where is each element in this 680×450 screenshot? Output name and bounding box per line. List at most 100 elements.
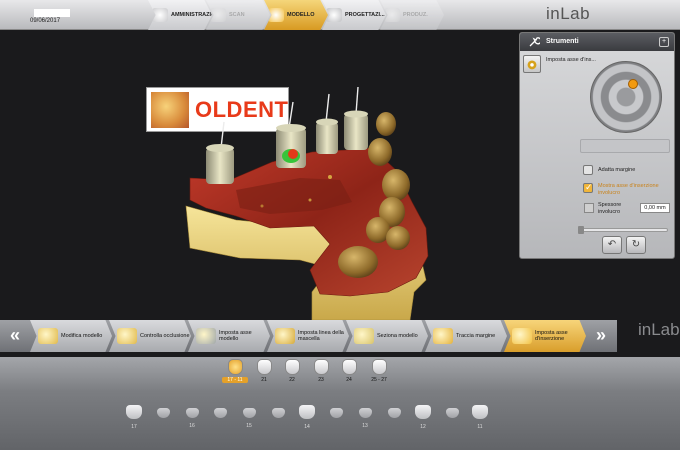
workflow-phase-3[interactable]: PROGETTAZI...	[322, 0, 386, 30]
workflow-phase-2[interactable]: MODELLO	[264, 0, 328, 30]
workflow-phase-1[interactable]: SCAN	[206, 0, 270, 30]
bridge-link-icon	[329, 408, 343, 418]
arch-position[interactable]: 11	[468, 405, 492, 430]
arch-position[interactable]: 17	[122, 405, 146, 430]
tooth-tab-label: 21	[261, 377, 267, 383]
tooth-25	[382, 169, 410, 201]
step-0[interactable]: Modifica modello	[30, 320, 112, 352]
arch-position[interactable]: 16	[180, 405, 204, 429]
occlusion-icon	[117, 328, 137, 344]
tooth-tab[interactable]: 24	[336, 357, 362, 383]
arch-tooth-number: 17	[131, 424, 137, 430]
dental-model-3d[interactable]	[0, 30, 520, 320]
redo-button[interactable]: ↻	[626, 236, 646, 254]
arch-position[interactable]	[266, 405, 290, 429]
workflow-phases: AMMINISTRAZIONE SCAN MODELLO PROGETTAZI... P…	[148, 0, 468, 30]
arch-tooth-number	[208, 423, 232, 429]
thickness-icon	[584, 203, 594, 213]
tooth-tab-label: 24	[346, 377, 352, 383]
date-label: 09/06/2017	[30, 18, 61, 24]
tooth-icon	[256, 359, 272, 375]
tooth-tab-label: 22	[289, 377, 295, 383]
show-insertion-axis-checkbox[interactable]	[583, 182, 593, 193]
bridge-link-icon	[213, 408, 227, 418]
bridge-link-icon	[156, 408, 170, 418]
arch-position[interactable]	[382, 405, 406, 429]
patient-record-icon	[152, 8, 168, 22]
step-3[interactable]: Imposta linea della mascella	[267, 320, 349, 352]
arch-position[interactable]: 15	[237, 405, 261, 429]
tooth-tab[interactable]: 21	[251, 357, 277, 383]
tooth-tab[interactable]: 22	[279, 357, 305, 383]
arch-tooth-number	[266, 423, 290, 429]
workflow-phase-label: SCAN	[229, 12, 245, 18]
bridge-link-icon	[387, 408, 401, 418]
section-model-icon	[354, 328, 374, 344]
insertion-axis-tool-icon[interactable]	[523, 55, 541, 73]
jaw-line-icon	[275, 328, 295, 344]
tooth-tab[interactable]: 23	[308, 357, 334, 383]
panel-expand-button[interactable]: +	[659, 37, 669, 47]
step-6[interactable]: Imposta asse d'inserzione	[504, 320, 586, 352]
arch-position[interactable]: 13	[353, 405, 377, 429]
workflow-phase-0[interactable]: AMMINISTRAZIONE	[148, 0, 212, 30]
tooth-tab-label: 23	[318, 377, 324, 383]
step-1[interactable]: Controlla occlusione	[109, 320, 191, 352]
thickness-slider[interactable]	[580, 228, 668, 232]
tooth-front	[376, 112, 396, 136]
die-14	[276, 101, 306, 168]
step-label: Modifica modello	[61, 332, 103, 339]
thickness-label: Spessore involucro	[598, 202, 622, 215]
tooth-icon	[227, 359, 243, 375]
arch-tooth-number: 11	[477, 424, 483, 430]
crown-icon	[299, 405, 315, 419]
disabled-action-button	[580, 139, 670, 153]
axis-direction-dial[interactable]	[590, 61, 662, 133]
tooth-tab[interactable]: 25 - 27	[366, 357, 392, 383]
arch-position[interactable]	[151, 405, 175, 429]
tooth-24	[368, 138, 392, 166]
workflow-phase-label: MODELLO	[287, 12, 315, 18]
bridge-link-icon	[185, 408, 199, 418]
tooth-icon	[341, 359, 357, 375]
bridge-link-icon	[358, 408, 372, 418]
step-label: Imposta asse d'inserzione	[535, 329, 568, 343]
arch-position[interactable]	[208, 405, 232, 429]
tools-panel-header: Strumenti +	[520, 33, 674, 51]
model-axis-icon	[196, 328, 216, 344]
arch-tooth-number	[440, 423, 464, 429]
tooth-tab[interactable]: 17 - 11	[222, 357, 248, 383]
arch-position[interactable]	[324, 405, 348, 429]
insertion-axis-icon	[512, 328, 532, 344]
adapt-margin-checkbox[interactable]	[583, 165, 593, 175]
next-step-button[interactable]: »	[588, 323, 614, 349]
brand-logo: inLab	[546, 4, 591, 23]
arch-position[interactable]: 12	[411, 405, 435, 430]
wrench-icon	[529, 37, 540, 47]
arch-position[interactable]: 14	[295, 405, 319, 430]
previous-step-button[interactable]: «	[2, 323, 28, 349]
arch-tooth-number: 14	[304, 424, 310, 430]
tooth-28	[386, 226, 410, 250]
workflow-phase-4[interactable]: PRODUZ.	[380, 0, 444, 30]
step-2[interactable]: Imposta asse modello	[188, 320, 270, 352]
bridge-link-icon	[445, 408, 459, 418]
step-label: Controlla occlusione	[140, 332, 190, 339]
undo-button[interactable]: ↶	[602, 236, 622, 254]
step-5[interactable]: Traccia margine	[425, 320, 507, 352]
arch-tooth-number	[382, 423, 406, 429]
crown-icon	[126, 405, 142, 419]
arch-position[interactable]	[440, 405, 464, 429]
dial-handle[interactable]	[628, 79, 638, 89]
step-4[interactable]: Seziona modello	[346, 320, 428, 352]
thickness-slider-handle[interactable]	[578, 226, 584, 234]
bridge-link-icon	[271, 408, 285, 418]
thickness-value-field[interactable]: 0,00 mm	[640, 203, 670, 213]
step-label: Traccia margine	[456, 332, 496, 339]
die-11	[344, 86, 368, 150]
die-17	[206, 121, 234, 184]
step-label: Imposta asse modello	[219, 329, 252, 343]
scanner-icon	[210, 8, 226, 22]
workflow-phase-label: PROGETTAZI...	[345, 12, 385, 18]
arch-tooth-number: 13	[362, 423, 368, 429]
